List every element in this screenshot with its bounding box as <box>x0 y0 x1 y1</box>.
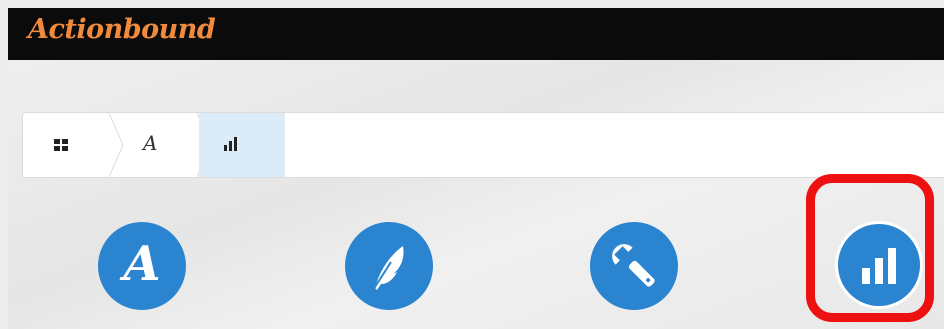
top-navbar: Actionbound <box>8 8 944 60</box>
settings-tool-button[interactable] <box>590 222 678 310</box>
breadcrumb: A <box>22 112 944 178</box>
actionbound-logo[interactable]: Actionbound <box>28 14 216 45</box>
author-a-icon: A <box>143 131 158 155</box>
edit-tool-button[interactable] <box>345 222 433 310</box>
author-a-icon: A <box>123 236 161 292</box>
breadcrumb-quest[interactable]: A <box>111 113 199 177</box>
feather-icon <box>372 246 404 291</box>
selection-highlight-box <box>806 174 934 322</box>
stats-bars-icon <box>224 137 237 151</box>
wrench-icon <box>612 244 655 287</box>
author-tool-button[interactable]: A <box>98 222 186 310</box>
grid-icon <box>54 139 68 151</box>
breadcrumb-home[interactable] <box>23 113 111 177</box>
breadcrumb-statistics[interactable] <box>199 113 285 177</box>
